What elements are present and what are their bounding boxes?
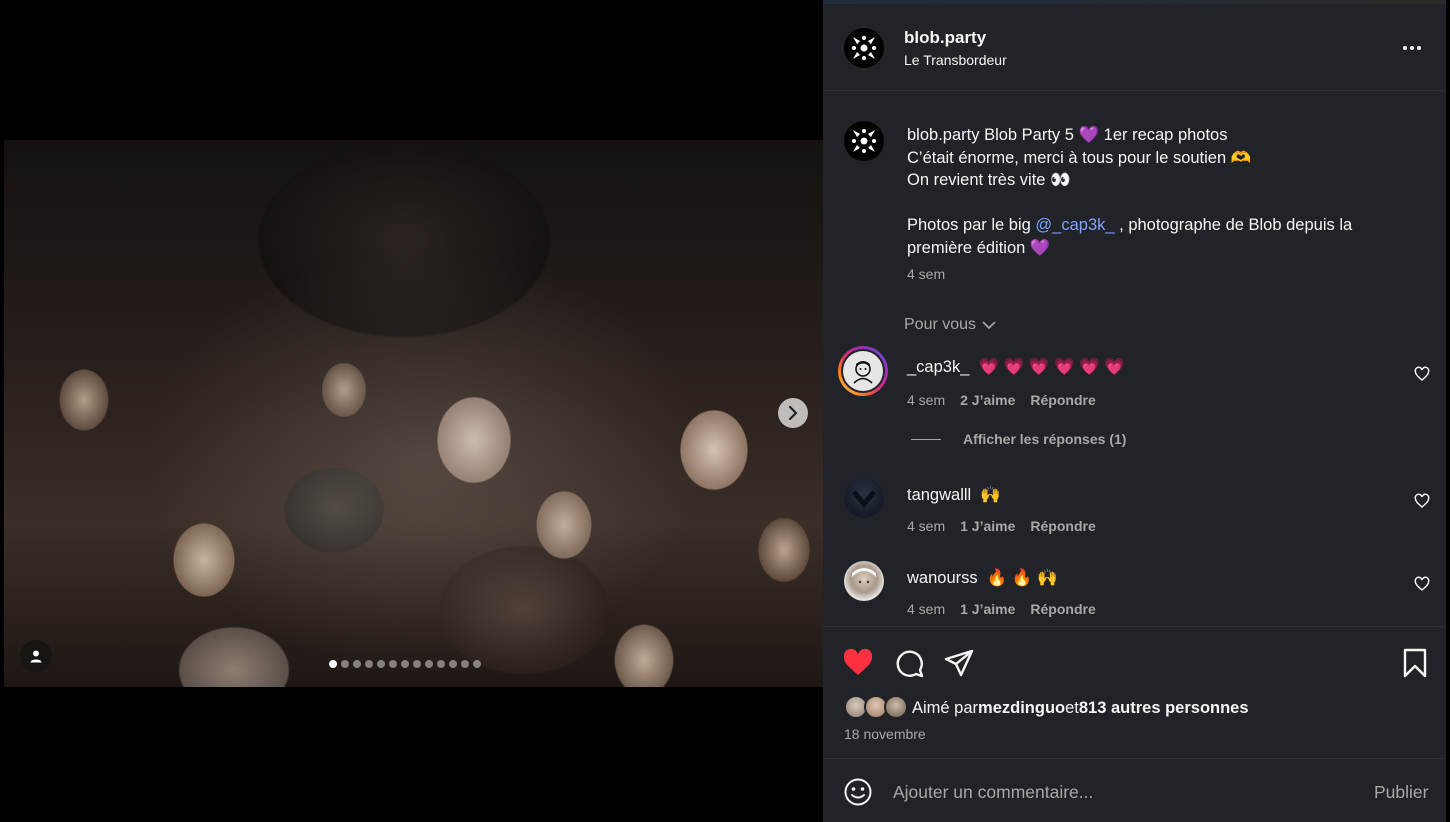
post-header: blob.party Le Transbordeur (823, 4, 1446, 91)
comment-meta: 4 sem 1 J’aime Répondre (907, 518, 1096, 534)
caption-text-5a: Photos par le big (907, 216, 1036, 234)
media-pane (0, 0, 823, 822)
post-caption: blob.party Blob Party 5 💜 1er recap phot… (907, 124, 1407, 286)
comment-reply-button[interactable]: Répondre (1030, 392, 1095, 408)
caption-line-5: Photos par le big @_cap3k_ , photographe… (907, 214, 1407, 237)
post-date[interactable]: 18 novembre (844, 726, 926, 742)
comment-icon[interactable] (893, 647, 925, 679)
comment-text: 🙌 (980, 486, 1001, 504)
likes-middle: et (1065, 698, 1079, 717)
user-tag-icon (30, 650, 42, 663)
caption-line-6: première édition 💜 (907, 238, 1051, 257)
comment-likes[interactable]: 1 J’aime (960, 601, 1015, 617)
caption-mention[interactable]: @_cap3k_ (1035, 216, 1114, 234)
carousel-dot (353, 660, 361, 668)
carousel-dot (413, 660, 421, 668)
commenter-avatar[interactable] (844, 561, 884, 601)
comment-body: tangwalll 🙌 (907, 486, 1001, 505)
comment-sort-dropdown[interactable]: Pour vous (904, 316, 996, 334)
avatar-face-icon (852, 568, 876, 584)
caption-text-1: Blob Party 5 💜 1er recap photos (984, 126, 1228, 144)
commenter-avatar[interactable] (838, 346, 888, 396)
comment-time: 4 sem (907, 601, 946, 617)
save-bookmark-icon[interactable] (1399, 647, 1431, 679)
comment-likes[interactable]: 2 J’aime (960, 392, 1015, 408)
comment-meta: 4 sem 2 J’aime Répondre (907, 392, 1096, 408)
liker-username[interactable]: mezdinguo (978, 699, 1065, 718)
likes-prefix: Aimé par (912, 698, 979, 717)
publish-button[interactable]: Publier (1374, 782, 1428, 803)
author-avatar[interactable] (844, 28, 884, 68)
post-actions: Aimé par mezdinguo et 813 autres personn… (823, 626, 1446, 758)
emoji-icon[interactable] (843, 777, 873, 807)
comment-username[interactable]: tangwalll (907, 486, 971, 504)
share-icon[interactable] (943, 647, 975, 679)
comment-reply-button[interactable]: Répondre (1030, 601, 1095, 617)
likers-avatars[interactable] (844, 695, 910, 721)
carousel-dot (437, 660, 445, 668)
carousel-dot (425, 660, 433, 668)
caption-line-1: blob.party Blob Party 5 💜 1er recap phot… (907, 124, 1407, 147)
comment-text: 🔥 🔥 🙌 (986, 569, 1058, 587)
chevron-right-icon (788, 406, 798, 420)
replies-divider (911, 438, 941, 440)
comment-input[interactable] (893, 777, 1353, 807)
carousel-dot (449, 660, 457, 668)
comment-body: wanourss 🔥 🔥 🙌 (907, 569, 1058, 588)
post-photo[interactable] (4, 140, 823, 687)
comment-time: 4 sem (907, 518, 946, 534)
carousel-next-button[interactable] (778, 398, 808, 428)
carousel-dot (341, 660, 349, 668)
carousel-dots (329, 660, 481, 668)
comment-composer: Publier (823, 758, 1446, 822)
post-location[interactable]: Le Transbordeur (904, 52, 1007, 68)
likes-summary: Aimé par mezdinguo et 813 autres personn… (844, 695, 1249, 721)
photo-lighting (4, 140, 823, 687)
carousel-dot (401, 660, 409, 668)
carousel-dot (389, 660, 397, 668)
comment-username[interactable]: wanourss (907, 569, 978, 587)
blob-logo-icon (852, 36, 876, 60)
caption-time: 4 sem (907, 266, 946, 282)
avatar-silhouette-icon (852, 490, 876, 508)
carousel-dot (365, 660, 373, 668)
comment-body: _cap3k_ 💗 💗 💗 💗 💗 💗 (907, 358, 1125, 377)
liker-avatar (884, 695, 908, 719)
caption-line-2: C’était énorme, merci à tous pour le sou… (907, 148, 1252, 167)
comment-sort-label: Pour vous (904, 316, 977, 333)
comment-text: 💗 💗 💗 💗 💗 💗 (978, 358, 1125, 376)
caption-username[interactable]: blob.party (907, 126, 979, 144)
caption-line-3: On revient très vite 👀 (907, 171, 1071, 189)
carousel-dot (473, 660, 481, 668)
carousel-dot (377, 660, 385, 668)
post-side-panel: blob.party Le Transbordeur blob.party Bl… (823, 4, 1446, 822)
comment-reply-button[interactable]: Répondre (1030, 518, 1095, 534)
caption-text-5b: , photographe de Blob depuis la (1114, 216, 1353, 234)
profile-drawing-icon (853, 361, 873, 384)
panel-edge (1446, 0, 1450, 822)
view-replies-button[interactable]: Afficher les réponses (1) (911, 431, 1126, 447)
comment-like-icon[interactable] (1414, 576, 1430, 592)
comment-like-icon[interactable] (1414, 493, 1430, 509)
blob-logo-icon (852, 129, 876, 153)
commenter-avatar[interactable] (844, 478, 884, 518)
carousel-dot-active (329, 660, 337, 668)
comment-time: 4 sem (907, 392, 946, 408)
caption-author-avatar[interactable] (844, 121, 884, 161)
comment-likes[interactable]: 1 J’aime (960, 518, 1015, 534)
comment-meta: 4 sem 1 J’aime Répondre (907, 601, 1096, 617)
user-tags-button[interactable] (20, 640, 52, 672)
more-options-icon[interactable] (1398, 38, 1426, 58)
view-replies-label: Afficher les réponses (1) (963, 431, 1127, 447)
like-heart-icon[interactable] (842, 647, 874, 679)
author-username[interactable]: blob.party (904, 28, 986, 48)
comment-like-icon[interactable] (1414, 366, 1430, 382)
likes-others-link[interactable]: 813 autres personnes (1079, 699, 1249, 718)
carousel-dot (461, 660, 469, 668)
chevron-down-icon (982, 320, 996, 329)
comment-username[interactable]: _cap3k_ (907, 358, 969, 376)
